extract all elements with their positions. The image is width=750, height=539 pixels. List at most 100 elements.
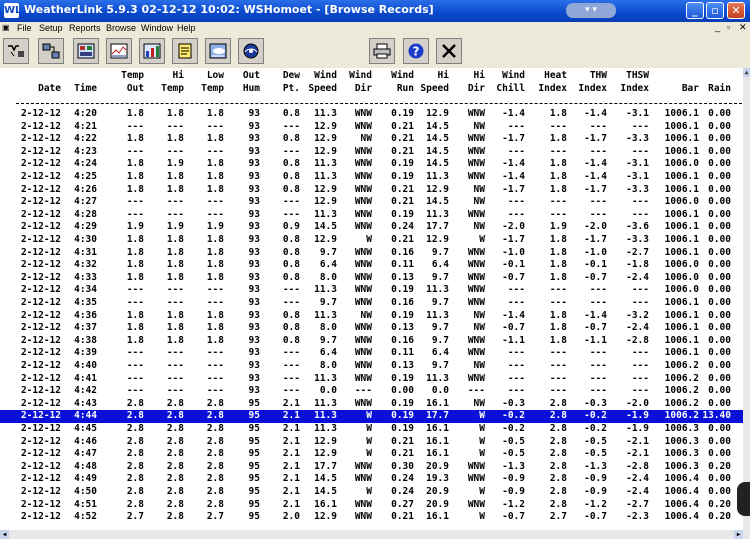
scroll-left-icon[interactable]: ◀ — [0, 530, 9, 539]
scroll-right-icon[interactable]: ▶ — [734, 530, 743, 539]
table-cell: WNW — [467, 460, 485, 472]
print-button[interactable] — [369, 38, 395, 64]
help-button[interactable]: ? — [403, 38, 429, 64]
table-cell: W — [366, 410, 372, 422]
mdi-minimize-button[interactable]: _ — [715, 22, 720, 32]
table-row[interactable]: 2-12-12 4:30 1.8 1.8 1.8 93 0.8 12.9 W 0.21 12.9 W -… — [0, 234, 743, 247]
close-view-button[interactable] — [436, 38, 462, 64]
table-cell: 1006.2 — [664, 385, 699, 397]
table-cell: --- — [126, 284, 144, 296]
app-icon[interactable]: WL — [4, 3, 21, 18]
table-row[interactable]: 2-12-12 4:47 2.8 2.8 2.8 95 2.1 12.9 W 0.21 16.1 W -… — [0, 448, 743, 461]
doc-icon[interactable]: ▣ — [2, 23, 10, 32]
noaa-button[interactable] — [238, 38, 264, 64]
table-row[interactable]: 2-12-12 4:48 2.8 2.8 2.8 95 2.1 17.7 WNW 0.30 20.9… — [0, 461, 743, 474]
table-cell: WNW — [354, 372, 372, 384]
selected-table-row[interactable]: 2-12-12 4:44 2.8 2.8 2.8 95 2.1 11.3 W 0.19 17.7 W -… — [0, 410, 743, 423]
table-row[interactable]: 2-12-12 4:35 --- --- --- 93 --- 9.7 WNW 0.16 9.7 WN… — [0, 297, 743, 310]
table-cell: --- — [206, 347, 224, 359]
vertical-scrollbar[interactable]: ▲ — [743, 68, 750, 539]
table-cell: 2-12-12 — [20, 145, 61, 157]
table-row[interactable]: 2-12-12 4:46 2.8 2.8 2.8 95 2.1 12.9 W 0.21 16.1 W -… — [0, 436, 743, 449]
table-cell: --- — [166, 372, 184, 384]
table-cell: 0.8 — [282, 334, 300, 346]
table-row[interactable]: 2-12-12 4:50 2.8 2.8 2.8 95 2.1 14.5 W 0.24 20.9 W -… — [0, 486, 743, 499]
table-cell: 20.9 — [426, 498, 449, 510]
table-row[interactable]: 2-12-12 4:43 2.8 2.8 2.8 95 2.1 11.3 WNW 0.19 16.1… — [0, 398, 743, 411]
close-window-button[interactable]: ✕ — [727, 2, 745, 19]
menu-window[interactable]: Window — [141, 23, 173, 33]
table-row[interactable]: 2-12-12 4:51 2.8 2.8 2.8 95 2.1 16.1 WNW 0.27 20.9… — [0, 499, 743, 512]
table-cell: 93 — [248, 297, 260, 308]
table-row[interactable]: 2-12-12 4:38 1.8 1.8 1.8 93 0.8 9.7 WNW 0.16 9.7 WN… — [0, 335, 743, 348]
maximize-button[interactable]: ▫ — [706, 2, 724, 19]
table-row[interactable]: 2-12-12 4:41 --- --- --- 93 --- 11.3 WNW 0.19 11.3… — [0, 373, 743, 386]
system-controls[interactable]: ▾ ▾ — [566, 3, 616, 18]
menu-reports[interactable]: Reports — [69, 23, 101, 33]
table-row[interactable]: 2-12-12 4:29 1.9 1.9 1.9 93 0.9 14.5 WNW 0.24 17.7… — [0, 221, 743, 234]
print-icon — [373, 43, 391, 59]
table-row[interactable]: 2-12-12 4:27 --- --- --- 93 --- 12.9 WNW 0.21 14.5… — [0, 196, 743, 209]
weather-button[interactable] — [205, 38, 231, 64]
strip-chart-button[interactable] — [106, 38, 132, 64]
minimize-button[interactable]: _ — [686, 2, 704, 19]
table-cell: 0.00 — [708, 221, 731, 233]
side-tab[interactable] — [737, 482, 750, 516]
table-cell: -1.4 — [584, 309, 607, 321]
table-row[interactable]: 2-12-12 4:20 1.8 1.8 1.8 93 0.8 11.3 WNW 0.19 12.9… — [0, 108, 743, 121]
table-cell: 93 — [248, 322, 260, 334]
table-cell: 0.00 — [708, 183, 731, 195]
scroll-up-icon[interactable]: ▲ — [743, 68, 750, 77]
table-cell: 2.8 — [549, 460, 567, 472]
mdi-close-button[interactable]: ✕ — [739, 22, 747, 33]
table-cell: --- — [507, 372, 525, 384]
table-row[interactable]: 2-12-12 4:25 1.8 1.8 1.8 93 0.8 11.3 WNW 0.19 11.3… — [0, 171, 743, 184]
table-cell: 0.21 — [391, 234, 414, 245]
connect-button[interactable] — [3, 38, 29, 64]
table-row[interactable]: 2-12-12 4:22 1.8 1.8 1.8 93 0.8 12.9 NW 0.21 14.5 W… — [0, 133, 743, 146]
network-button[interactable] — [38, 38, 64, 64]
table-cell: --- — [549, 120, 567, 132]
bulletin-button[interactable] — [73, 38, 99, 64]
menu-setup[interactable]: Setup — [39, 23, 63, 33]
weather-icon — [209, 43, 227, 59]
table-row[interactable]: 2-12-12 4:40 --- --- --- 93 --- 8.0 WNW 0.13 9.7 NW… — [0, 360, 743, 373]
table-cell: 4:37 — [74, 322, 97, 334]
table-row[interactable]: 2-12-12 4:45 2.8 2.8 2.8 95 2.1 11.3 W 0.19 16.1 W -… — [0, 423, 743, 436]
table-cell: 93 — [248, 183, 260, 195]
menu-help[interactable]: Help — [177, 23, 196, 33]
table-row[interactable]: 2-12-12 4:28 --- --- --- 93 --- 11.3 WNW 0.19 11.3… — [0, 209, 743, 222]
table-row[interactable]: 2-12-12 4:31 1.8 1.8 1.8 93 0.8 9.7 WNW 0.16 9.7 WN… — [0, 247, 743, 260]
table-row[interactable]: 2-12-12 4:37 1.8 1.8 1.8 93 0.8 8.0 WNW 0.13 9.7 NW… — [0, 322, 743, 335]
table-cell: 1006.0 — [664, 158, 699, 170]
table-cell: 12.9 — [426, 234, 449, 245]
graph-button[interactable] — [139, 38, 165, 64]
menu-file[interactable]: File — [17, 23, 32, 33]
table-cell: 1.8 — [549, 309, 567, 321]
table-cell: -3.1 — [626, 171, 649, 182]
table-cell: -3.1 — [626, 158, 649, 170]
table-row[interactable]: 2-12-12 4:26 1.8 1.8 1.8 93 0.8 12.9 WNW 0.21 12.9… — [0, 184, 743, 197]
table-cell: --- — [549, 347, 567, 359]
table-row[interactable]: 2-12-12 4:21 --- --- --- 93 --- 12.9 WNW 0.21 14.5… — [0, 121, 743, 134]
table-cell: 12.9 — [314, 511, 337, 523]
records-grid[interactable]: Date Time Temp Out Hi Temp Low Temp Out Hum Dew Pt.… — [0, 68, 743, 539]
table-row[interactable]: 2-12-12 4:24 1.8 1.9 1.8 93 0.8 11.3 WNW 0.19 14.5… — [0, 158, 743, 171]
horizontal-scrollbar[interactable]: ◀ ▶ — [0, 530, 743, 539]
table-row[interactable]: 2-12-12 4:34 --- --- --- 93 --- 11.3 WNW 0.19 11.3… — [0, 284, 743, 297]
table-row[interactable]: 2-12-12 4:36 1.8 1.8 1.8 93 0.8 11.3 NW 0.19 11.3 N… — [0, 310, 743, 323]
table-row[interactable]: 2-12-12 4:49 2.8 2.8 2.8 95 2.1 14.5 WNW 0.24 19.3… — [0, 473, 743, 486]
menu-browse[interactable]: Browse — [106, 23, 136, 33]
table-cell: -0.2 — [502, 410, 525, 422]
mdi-restore-button[interactable]: ▫ — [727, 22, 730, 32]
table-cell: -3.1 — [626, 108, 649, 119]
svg-text:?: ? — [413, 45, 420, 59]
table-row[interactable]: 2-12-12 4:33 1.8 1.8 1.8 93 0.8 8.0 WNW 0.13 9.7 WN… — [0, 272, 743, 285]
table-row[interactable]: 2-12-12 4:42 --- --- --- 93 --- 0.0 --- 0.00 0.0 --… — [0, 385, 743, 398]
table-row[interactable]: 2-12-12 4:52 2.7 2.8 2.7 95 2.0 12.9 WNW 0.21 16.1… — [0, 511, 743, 524]
table-row[interactable]: 2-12-12 4:39 --- --- --- 93 --- 6.4 WNW 0.11 6.4 WN… — [0, 347, 743, 360]
table-row[interactable]: 2-12-12 4:32 1.8 1.8 1.8 93 0.8 6.4 WNW 0.11 6.4 WN… — [0, 259, 743, 272]
table-cell: -0.7 — [584, 511, 607, 523]
table-row[interactable]: 2-12-12 4:23 --- --- --- 93 --- 12.9 WNW 0.21 14.5… — [0, 146, 743, 159]
notes-button[interactable] — [172, 38, 198, 64]
